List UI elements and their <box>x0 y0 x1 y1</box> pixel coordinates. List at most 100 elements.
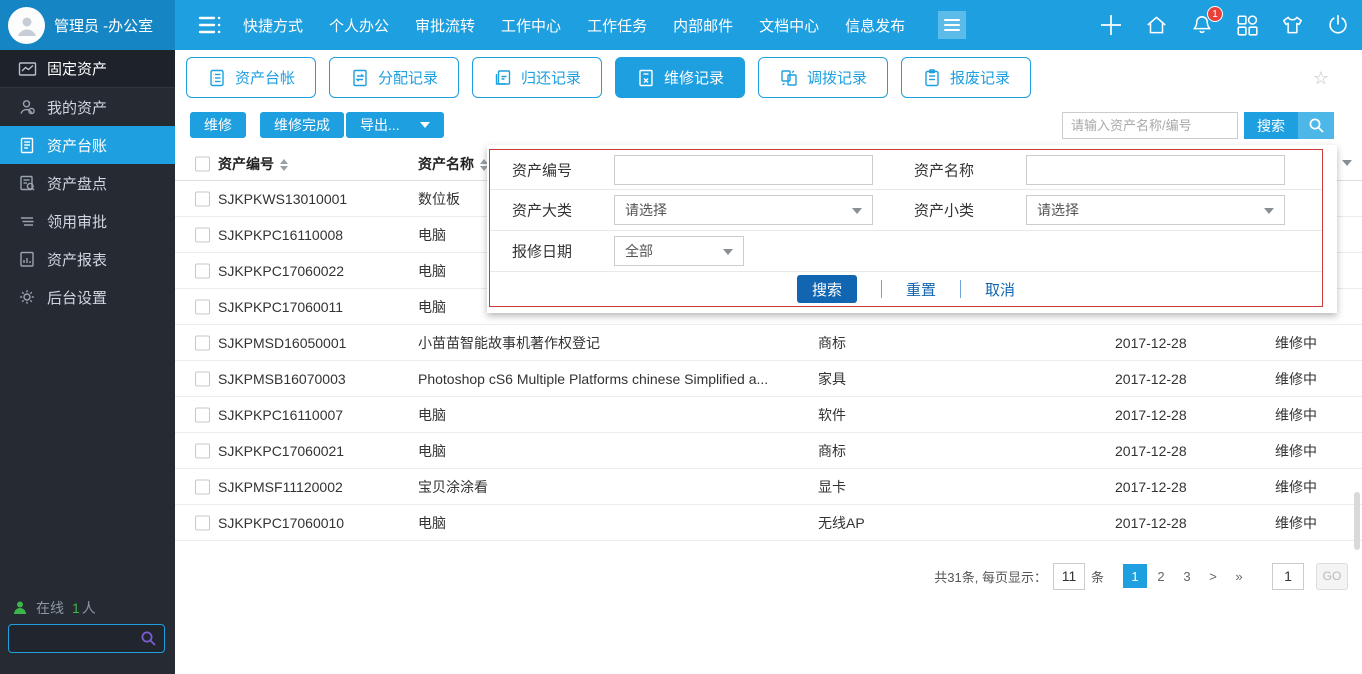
asset-name-input[interactable] <box>1026 154 1285 185</box>
row-checkbox[interactable] <box>195 443 210 458</box>
search-button-label: 搜索 <box>1244 112 1298 139</box>
menu-item-personal-office[interactable]: 个人办公 <box>329 15 389 36</box>
asset-no-input[interactable] <box>614 154 873 185</box>
record-tabs: 资产台帐 分配记录 归还记录 维修记录 调拨记录 报废记录 <box>186 57 1031 98</box>
chevron-down-icon <box>852 208 862 214</box>
table-row[interactable]: SJKPKPC17060010 电脑 无线AP 2017-12-28 维修中 <box>175 505 1362 541</box>
tab-return-records[interactable]: 归还记录 <box>472 57 602 98</box>
row-checkbox[interactable] <box>195 191 210 206</box>
favorite-star-icon[interactable]: ☆ <box>1313 68 1329 89</box>
menu-item-internal-mail[interactable]: 内部邮件 <box>673 15 733 36</box>
export-button[interactable]: 导出... <box>346 112 444 138</box>
search-button[interactable]: 搜索 <box>1244 112 1334 139</box>
pagination: 共31条, 每页显示： 条 1 2 3 > » GO <box>934 562 1348 590</box>
repair-date-select[interactable]: 全部 <box>614 236 744 266</box>
logout-power-icon[interactable] <box>1326 13 1350 37</box>
page-button-3[interactable]: 3 <box>1175 564 1199 588</box>
tab-allocation-records[interactable]: 分配记录 <box>329 57 459 98</box>
cell-category: 家具 <box>818 370 846 387</box>
avatar <box>8 6 45 44</box>
header-asset-no[interactable]: 资产编号 <box>218 154 288 174</box>
subcategory-select[interactable]: 请选择 <box>1026 195 1285 225</box>
row-checkbox[interactable] <box>195 479 210 494</box>
sidebar-search-input[interactable] <box>15 625 133 652</box>
doc-magnifier-icon <box>18 174 36 192</box>
menu-item-approval-flow[interactable]: 审批流转 <box>415 15 475 36</box>
row-checkbox[interactable] <box>195 335 210 350</box>
cell-status: 维修中 <box>1275 442 1317 459</box>
transfer-icon <box>781 69 797 86</box>
table-row[interactable]: SJKPMSB16070003 Photoshop cS6 Multiple P… <box>175 361 1362 397</box>
filter-search-button[interactable]: 搜索 <box>796 275 857 303</box>
user-block[interactable]: 管理员 -办公室 <box>0 0 175 50</box>
filter-row-2: 资产大类 请选择 资产小类 请选择 <box>490 190 1322 231</box>
row-checkbox[interactable] <box>195 263 210 278</box>
row-checkbox[interactable] <box>195 227 210 242</box>
menu-item-info-publish[interactable]: 信息发布 <box>845 15 905 36</box>
sidebar-item-asset-inventory[interactable]: 资产盘点 <box>0 164 175 202</box>
row-checkbox[interactable] <box>195 371 210 386</box>
menu-item-doc-center[interactable]: 文档中心 <box>759 15 819 36</box>
filter-cancel-button[interactable]: 取消 <box>985 279 1015 300</box>
sidebar-item-backend-settings[interactable]: 后台设置 <box>0 278 175 316</box>
tab-transfer-records[interactable]: 调拨记录 <box>758 57 888 98</box>
tab-repair-records[interactable]: 维修记录 <box>615 57 745 98</box>
filter-reset-button[interactable]: 重置 <box>906 279 936 300</box>
cell-status: 维修中 <box>1275 334 1317 351</box>
cell-date: 2017-12-28 <box>1115 478 1187 495</box>
menu-item-work-tasks[interactable]: 工作任务 <box>587 15 647 36</box>
table-row[interactable]: SJKPKPC17060021 电脑 商标 2017-12-28 维修中 <box>175 433 1362 469</box>
scrollbar-thumb[interactable] <box>1354 492 1360 550</box>
main-content: 资产台帐 分配记录 归还记录 维修记录 调拨记录 报废记录 ☆ 维修 维修完成 … <box>175 50 1362 674</box>
home-icon[interactable] <box>1144 13 1169 37</box>
sidebar-item-asset-ledger[interactable]: 资产台账 <box>0 126 175 164</box>
select-all-checkbox[interactable] <box>195 156 210 172</box>
more-menu-button[interactable] <box>938 11 966 39</box>
table-row[interactable]: SJKPMSD16050001 小苗苗智能故事机著作权登记 商标 2017-12… <box>175 325 1362 361</box>
cell-asset-name: 小苗苗智能故事机著作权登记 <box>418 334 600 351</box>
row-checkbox[interactable] <box>195 515 210 530</box>
go-button[interactable]: GO <box>1316 562 1348 590</box>
repair-button[interactable]: 维修 <box>190 112 246 138</box>
user-name: 管理员 -办公室 <box>54 17 154 35</box>
cell-date: 2017-12-28 <box>1115 370 1187 387</box>
menu-item-work-center[interactable]: 工作中心 <box>501 15 561 36</box>
apps-grid-icon[interactable] <box>1235 13 1259 37</box>
table-row[interactable]: SJKPMSF11120002 宝贝涂涂看 显卡 2017-12-28 维修中 <box>175 469 1362 505</box>
theme-shirt-icon[interactable] <box>1280 13 1305 37</box>
notifications-bell-icon[interactable]: 1 <box>1190 6 1223 37</box>
sidebar-item-label: 资产台账 <box>47 137 108 155</box>
page-size-input[interactable] <box>1052 562 1085 590</box>
cell-status: 维修中 <box>1275 478 1317 495</box>
quick-search-input[interactable] <box>1062 112 1238 139</box>
repair-done-button[interactable]: 维修完成 <box>260 112 344 138</box>
add-icon[interactable] <box>1099 13 1123 37</box>
category-select[interactable]: 请选择 <box>614 195 873 225</box>
sidebar-item-my-assets[interactable]: 我的资产 <box>0 88 175 126</box>
search-icon[interactable] <box>140 630 157 647</box>
row-checkbox[interactable] <box>195 299 210 314</box>
return-icon <box>495 69 511 85</box>
header-asset-name[interactable]: 资产名称 <box>418 154 488 174</box>
row-checkbox[interactable] <box>195 407 210 422</box>
next-page-button[interactable]: > <box>1201 564 1225 588</box>
sidebar-item-requisition-approval[interactable]: 领用审批 <box>0 202 175 240</box>
sidebar-item-fixed-assets[interactable]: 固定资产 <box>0 50 175 88</box>
column-settings-caret-icon[interactable] <box>1342 160 1352 166</box>
cell-category: 软件 <box>818 406 846 423</box>
menu-item-shortcuts[interactable]: 快捷方式 <box>243 15 303 36</box>
page-button-2[interactable]: 2 <box>1149 564 1173 588</box>
tab-asset-ledger[interactable]: 资产台帐 <box>186 57 316 98</box>
sidebar-item-asset-reports[interactable]: 资产报表 <box>0 240 175 278</box>
sidebar-item-label: 我的资产 <box>47 99 108 117</box>
cell-asset-no: SJKPKPC17060011 <box>218 298 344 315</box>
last-page-button[interactable]: » <box>1227 564 1251 588</box>
sort-icon[interactable] <box>280 159 288 172</box>
page-jump-input[interactable] <box>1272 562 1304 590</box>
sidebar-item-label: 资产报表 <box>47 251 108 269</box>
table-row[interactable]: SJKPKPC16110007 电脑 软件 2017-12-28 维修中 <box>175 397 1362 433</box>
tab-scrap-records[interactable]: 报废记录 <box>901 57 1031 98</box>
sidebar-item-label: 领用审批 <box>47 213 108 231</box>
page-button-1[interactable]: 1 <box>1123 564 1147 588</box>
nav-collapse-icon[interactable] <box>196 13 224 37</box>
